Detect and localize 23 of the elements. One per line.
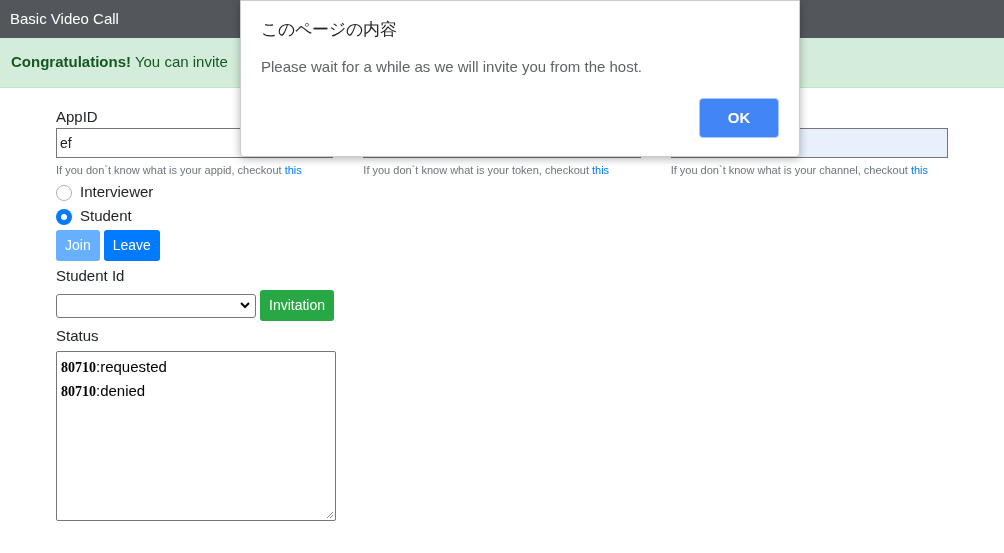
leave-button[interactable]: Leave bbox=[103, 229, 160, 261]
field-hint: If you don`t know what is your appid, checkout bbox=[56, 163, 282, 178]
status-textarea[interactable]: 80710:requested 80710:denied bbox=[56, 350, 336, 521]
dialog-title: このページの内容 bbox=[261, 18, 398, 41]
alert-text: Congratulations! You can invite bbox=[11, 52, 228, 73]
dialog-message: Please wait for a while as we will invite you from the host. bbox=[261, 56, 643, 77]
field-label: AppID bbox=[56, 107, 99, 127]
field-hint: If you don`t know what is your channel, checkout bbox=[670, 163, 908, 178]
student-id-dropdown[interactable] bbox=[56, 293, 256, 318]
help-link[interactable]: this bbox=[284, 162, 302, 179]
navbar-title: Basic Video Call bbox=[10, 8, 119, 29]
student-id-label: Student Id bbox=[56, 265, 126, 286]
status-line: 80710:denied bbox=[61, 381, 147, 401]
chevron-down-icon bbox=[240, 302, 250, 309]
role-radio-option[interactable]: Interviewer bbox=[56, 182, 948, 203]
status-label: Status bbox=[56, 326, 100, 346]
field-hint: If you don`t know what is your token, checkout bbox=[363, 163, 589, 178]
role-radio-option[interactable]: Student bbox=[56, 206, 948, 227]
invitation-button[interactable]: Invitation bbox=[260, 290, 335, 321]
ok-button[interactable]: OK bbox=[699, 98, 779, 138]
help-link[interactable]: this bbox=[910, 162, 929, 179]
status-line: 80710:requested bbox=[61, 356, 168, 377]
help-link[interactable]: this bbox=[591, 162, 610, 179]
